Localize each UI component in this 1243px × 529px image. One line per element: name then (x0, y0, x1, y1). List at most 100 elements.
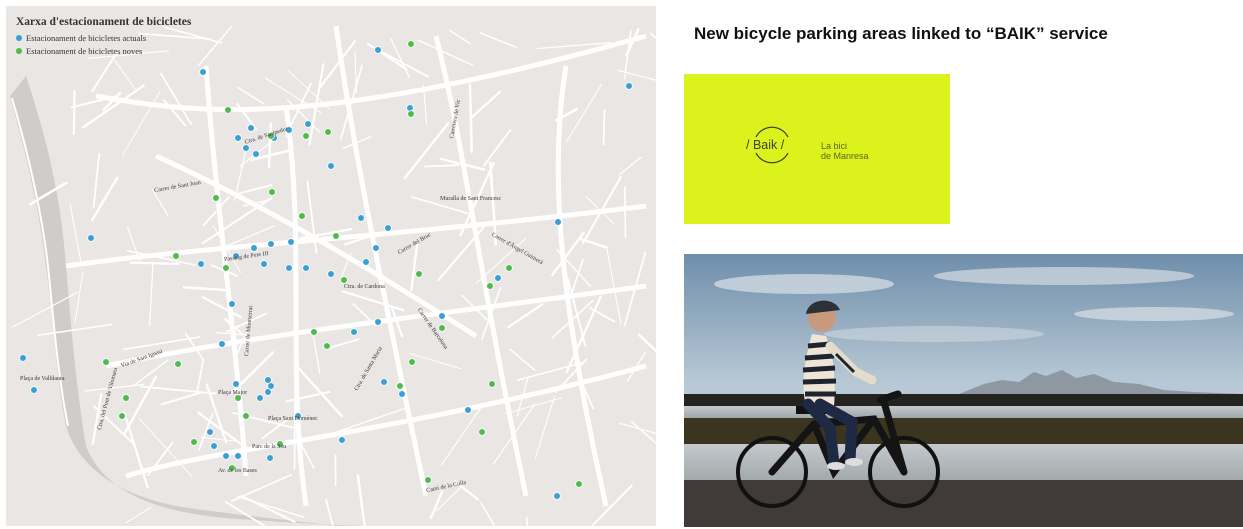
minor-street (482, 128, 512, 167)
new-parking-marker (298, 212, 306, 220)
minor-street (69, 203, 82, 264)
current-parking-marker (287, 238, 295, 246)
baik-tagline: La bici de Manresa (821, 141, 869, 161)
minor-street (356, 474, 366, 526)
current-parking-marker (234, 452, 242, 460)
street-label: Ctra. de Cardona (344, 284, 385, 290)
minor-street (623, 186, 627, 239)
minor-street (182, 285, 227, 292)
minor-street (196, 358, 205, 393)
minor-street (288, 70, 330, 110)
current-parking-marker (350, 328, 358, 336)
new-parking-marker (332, 232, 340, 240)
green-dot-icon (16, 48, 22, 54)
new-parking-marker (407, 40, 415, 48)
minor-street (148, 261, 154, 327)
new-parking-marker (102, 358, 110, 366)
minor-street (238, 183, 273, 195)
minor-street (516, 361, 584, 382)
new-parking-marker (324, 128, 332, 136)
new-parking-marker (488, 380, 496, 388)
current-parking-marker (374, 318, 382, 326)
current-parking-marker (398, 390, 406, 398)
current-parking-marker (232, 380, 240, 388)
baik-brand-card: / Baik / La bici de Manresa (684, 74, 950, 224)
current-parking-marker (210, 442, 218, 450)
tree-line (684, 394, 1243, 408)
headline: New bicycle parking areas linked to “BAI… (694, 24, 1108, 43)
minor-street (160, 391, 203, 406)
new-parking-marker (174, 360, 182, 368)
minor-street (408, 352, 462, 370)
new-parking-marker (438, 324, 446, 332)
minor-street (506, 303, 544, 329)
minor-street (37, 323, 112, 337)
new-parking-marker (486, 282, 494, 290)
street-label: Plaça de Valldaura (20, 376, 65, 382)
legend-current-label: Estacionament de bicicletes actuals (26, 33, 147, 43)
minor-street (619, 422, 656, 435)
new-parking-marker (268, 188, 276, 196)
minor-street (92, 153, 101, 208)
minor-street (570, 258, 584, 297)
minor-street (480, 501, 496, 526)
new-parking-marker (310, 328, 318, 336)
dirt-path (684, 480, 1243, 527)
current-parking-marker (438, 312, 446, 320)
street-label: Plaça Sant Domènec (268, 416, 318, 422)
minor-street (525, 516, 529, 526)
current-parking-marker (260, 260, 268, 268)
new-parking-marker (242, 412, 250, 420)
current-parking-marker (494, 274, 502, 282)
baik-tagline-line2: de Manresa (821, 151, 869, 161)
current-parking-marker (234, 134, 242, 142)
new-parking-marker (118, 412, 126, 420)
new-parking-marker (424, 476, 432, 484)
bicycle-parking-map: Xarxa d'estacionament de bicicletes Esta… (6, 6, 656, 526)
blue-dot-icon (16, 35, 22, 41)
minor-street (509, 348, 536, 372)
minor-street (479, 31, 517, 49)
new-parking-marker (122, 394, 130, 402)
minor-street (440, 407, 482, 466)
current-parking-marker (19, 354, 27, 362)
current-parking-marker (267, 240, 275, 248)
parking-markers (19, 40, 633, 500)
current-parking-marker (338, 436, 346, 444)
current-parking-marker (304, 120, 312, 128)
new-parking-marker (505, 264, 513, 272)
minor-street (74, 271, 84, 324)
current-parking-marker (380, 378, 388, 386)
minor-street (81, 84, 146, 129)
map-canvas (10, 25, 656, 526)
minor-street (493, 403, 536, 465)
minor-street (125, 506, 152, 524)
minor-street (602, 108, 606, 146)
current-parking-marker (197, 260, 205, 268)
minor-street (534, 395, 556, 460)
new-parking-marker (407, 110, 415, 118)
current-parking-marker (625, 82, 633, 90)
minor-street (236, 86, 265, 105)
minor-street (201, 295, 243, 319)
current-parking-marker (87, 234, 95, 242)
major-street (555, 65, 609, 507)
new-parking-marker (212, 194, 220, 202)
current-parking-marker (222, 452, 230, 460)
minor-street (366, 42, 409, 71)
minor-street (140, 385, 217, 395)
map-legend: Xarxa d'estacionament de bicicletes Esta… (16, 16, 191, 59)
minor-street (129, 261, 180, 266)
minor-street (72, 90, 76, 135)
minor-street (146, 441, 174, 477)
minor-street (197, 25, 233, 67)
current-parking-marker (199, 68, 207, 76)
current-parking-marker (302, 264, 310, 272)
minor-street (469, 90, 502, 120)
current-parking-marker (464, 406, 472, 414)
minor-street (468, 83, 473, 153)
current-parking-marker (256, 394, 264, 402)
new-parking-marker (323, 342, 331, 350)
street-label: Parc de la Seu (252, 444, 287, 450)
minor-street (618, 156, 642, 176)
